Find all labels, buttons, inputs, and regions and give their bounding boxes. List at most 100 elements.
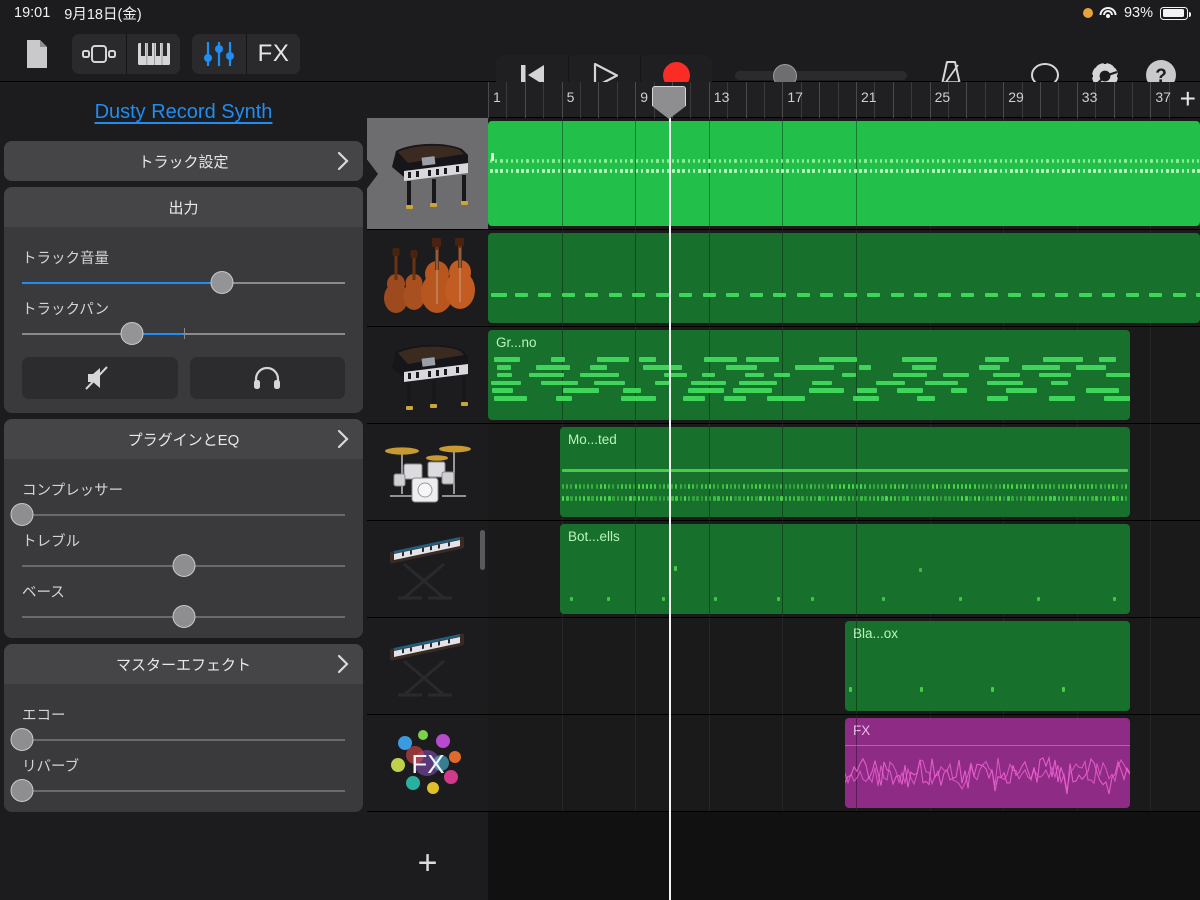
lane-track-keyboard-1[interactable]: Bot...ells [488,521,1200,618]
track-header-track-drums[interactable] [367,424,488,521]
ruler-tick [690,82,692,118]
grid-line [561,618,563,714]
bass-slider[interactable] [22,605,345,628]
plugins-eq-button[interactable]: プラグインとEQ [4,419,363,459]
region-track-strings[interactable] [488,233,1200,323]
chevron-right-icon [337,654,349,674]
ruler-bar-label: 33 [1081,89,1098,105]
lane-track-strings[interactable] [488,230,1200,327]
add-section-button[interactable]: + [1180,85,1196,113]
region-track-keyboard-2[interactable]: Bla...ox [845,621,1130,711]
ruler-bar-label: 1 [493,89,501,105]
echo-knob[interactable] [10,728,34,751]
fx-splatter-icon: FX [385,725,471,801]
ruler-tick [561,82,563,118]
ruler-tick [782,82,784,118]
output-body: トラック音量 トラックパン [4,227,363,413]
track-header-track-fx[interactable]: FX [367,715,488,812]
track-volume-slider[interactable] [22,271,345,294]
track-header-track-strings[interactable] [367,230,488,327]
bass-label: ベース [22,585,65,601]
document-icon [24,39,50,69]
track-header-track-keyboard-2[interactable] [367,618,488,715]
region-track-piano-1[interactable] [488,121,1200,226]
master-volume-track [735,71,907,80]
lane-track-piano-1[interactable] [488,118,1200,230]
output-card: 出力 トラック音量 トラックパン [4,187,363,413]
add-track-button[interactable]: + [367,812,488,900]
compressor-label: コンプレッサー [22,483,124,499]
ruler-tick [892,82,894,118]
plugins-eq-body: コンプレッサー トレブル ベース [4,459,363,638]
region-track-drums[interactable]: Mo...ted [560,427,1130,517]
ruler-tick [984,82,986,118]
mixer-fx-segment-group: FX [192,33,300,74]
garageband-app: 19:01 9月18日(金) 93% FX ? Dusty Record Syn… [0,0,1200,900]
track-pan-slider[interactable] [22,322,345,345]
ruler-bar-label: 9 [640,89,648,105]
status-bar: 19:01 9月18日(金) 93% [0,0,1200,26]
ruler-tick [580,82,581,118]
bass-knob[interactable] [172,605,195,628]
reverb-slider[interactable] [10,779,345,802]
grid-line [782,715,784,811]
track-volume-knob[interactable] [210,271,234,294]
compressor-knob[interactable] [10,503,34,526]
ruler-tick [635,82,637,118]
output-header: 出力 [4,187,363,227]
ruler-bar-label: 17 [787,89,803,105]
ruler-tick [543,82,545,118]
track-lanes: Gr...no Mo...ted Bot...ells Bla...ox FX [488,118,1200,900]
region-track-piano-2[interactable]: Gr...no [488,330,1130,420]
region-label: Bla...ox [853,626,899,641]
track-pan-knob[interactable] [120,322,144,345]
region-track-fx[interactable]: FX [845,718,1130,808]
treble-knob[interactable] [172,554,195,577]
track-view-button[interactable] [72,34,126,74]
plugins-eq-card: プラグインとEQ コンプレッサー トレブル ベース [4,419,363,638]
lane-track-piano-2[interactable]: Gr...no [488,327,1200,424]
track-header-track-piano-1[interactable] [367,118,488,230]
timeline-ruler[interactable]: 1 5 9 13 17 21 25 29 33 37 + [367,82,1200,118]
lane-track-keyboard-2[interactable]: Bla...ox [488,618,1200,715]
ruler-tick [1132,82,1133,118]
grid-line [561,715,563,811]
mixer-sliders-icon [204,41,234,67]
track-header-track-keyboard-1[interactable] [367,521,488,618]
mute-button[interactable] [22,357,178,399]
status-bar-right: 93% [1082,5,1200,21]
track-header-track-piano-2[interactable] [367,327,488,424]
mixer-button[interactable] [192,34,246,74]
grid-line [635,618,637,714]
solo-button[interactable] [189,357,345,399]
output-header-label: 出力 [168,199,199,217]
instrument-view-button[interactable] [126,33,180,74]
status-time: 19:01 [14,5,51,21]
treble-slider[interactable] [22,554,345,577]
fx-button[interactable]: FX [246,33,300,74]
grid-line [708,618,710,714]
my-songs-button[interactable] [14,34,60,74]
ruler-tick [929,82,931,118]
battery-icon [1160,6,1191,20]
master-effects-button[interactable]: マスターエフェクト [4,644,363,684]
track-title[interactable]: Dusty Record Synth [0,82,367,141]
ruler-tick [708,82,710,118]
vertical-scroll-grip[interactable] [480,530,485,570]
battery-percent-label: 93% [1123,5,1153,21]
track-settings-button[interactable]: トラック設定 [4,141,363,181]
ruler-tick [745,82,747,118]
reverb-knob[interactable] [10,779,34,802]
keyboard-icon [137,42,170,65]
compressor-slider[interactable] [10,503,345,526]
ruler-tick [911,82,913,118]
echo-slider[interactable] [10,728,345,751]
lane-track-fx[interactable]: FX [488,715,1200,812]
region-track-keyboard-1[interactable]: Bot...ells [560,524,1130,614]
lane-track-drums[interactable]: Mo...ted [488,424,1200,521]
playhead-handle[interactable] [652,86,687,119]
track-inspector-panel: Dusty Record Synth トラック設定 出力 トラック音量 トラック… [0,82,367,900]
ruler-tick [1150,82,1152,118]
recording-indicator-icon [1082,8,1093,18]
track-volume-fill [22,282,223,284]
